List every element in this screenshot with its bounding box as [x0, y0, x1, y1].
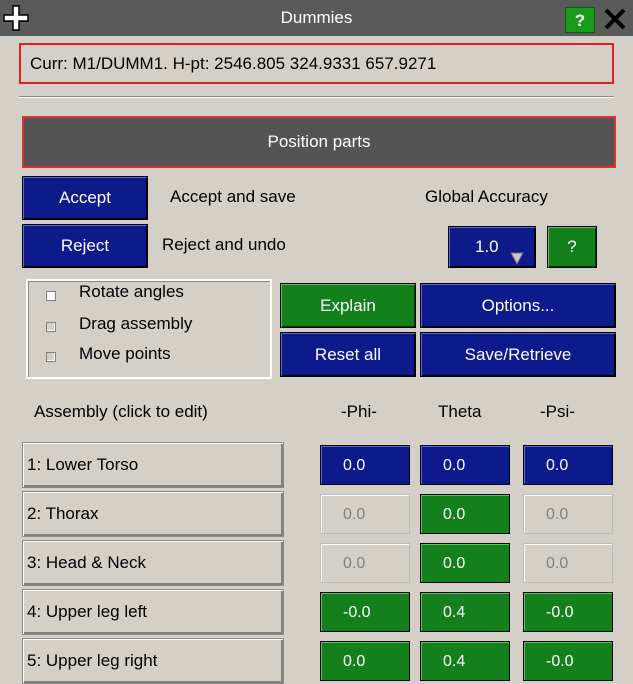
options-button[interactable]: Options... — [420, 283, 616, 328]
radio-rotate-angles[interactable] — [46, 291, 56, 301]
theta-value-cell[interactable]: 0.0 — [420, 494, 510, 534]
theta-value-cell[interactable]: 0.4 — [420, 641, 510, 681]
dropdown-arrow-icon[interactable] — [510, 250, 524, 266]
radio-label-drag-assembly[interactable]: Drag assembly — [79, 314, 192, 334]
move-icon[interactable] — [2, 4, 30, 32]
theta-column-header: Theta — [438, 402, 482, 421]
phi-value-cell[interactable]: 0.0 — [320, 641, 410, 681]
psi-value-cell[interactable]: 0.0 — [523, 494, 613, 534]
accuracy-value: 1.0 — [475, 237, 499, 256]
reset-all-button[interactable]: Reset all — [280, 332, 416, 377]
accept-description: Accept and save — [170, 187, 296, 206]
psi-value-cell[interactable]: 0.0 — [523, 445, 613, 485]
psi-value-cell[interactable]: -0.0 — [523, 641, 613, 681]
assembly-column-header: Assembly (click to edit) — [34, 402, 208, 421]
assembly-row-button[interactable]: 2: Thorax — [22, 491, 284, 537]
phi-value-cell[interactable]: 0.0 — [320, 543, 410, 583]
psi-value-cell[interactable]: -0.0 — [523, 592, 613, 632]
assembly-row-button[interactable]: 4: Upper leg left — [22, 589, 284, 635]
radio-label-rotate-angles[interactable]: Rotate angles — [79, 282, 184, 302]
phi-column-header: -Phi- — [341, 402, 377, 421]
radio-label-move-points[interactable]: Move points — [79, 344, 171, 364]
assembly-row-button[interactable]: 3: Head & Neck — [22, 540, 284, 586]
window-title: Dummies — [280, 8, 353, 27]
theta-value-cell[interactable]: 0.0 — [420, 445, 510, 485]
radio-move-points[interactable] — [46, 352, 56, 362]
radio-drag-assembly[interactable] — [46, 322, 56, 332]
reject-button[interactable]: Reject — [22, 224, 148, 268]
global-accuracy-label: Global Accuracy — [425, 187, 548, 206]
current-status: Curr: M1/DUMM1. H-pt: 2546.805 324.9331 … — [19, 43, 614, 84]
divider — [19, 96, 614, 98]
psi-value-cell[interactable]: 0.0 — [523, 543, 613, 583]
close-icon[interactable] — [600, 4, 630, 34]
psi-column-header: -Psi- — [540, 402, 575, 421]
accuracy-help-button[interactable]: ? — [547, 226, 597, 268]
reject-description: Reject and undo — [162, 235, 286, 254]
accept-button[interactable]: Accept — [22, 176, 148, 220]
theta-value-cell[interactable]: 0.4 — [420, 592, 510, 632]
phi-value-cell[interactable]: -0.0 — [320, 592, 410, 632]
position-parts-header: Position parts — [22, 116, 616, 168]
assembly-row-button[interactable]: 1: Lower Torso — [22, 442, 284, 488]
assembly-row-button[interactable]: 5: Upper leg right — [22, 638, 284, 684]
explain-button[interactable]: Explain — [280, 283, 416, 328]
phi-value-cell[interactable]: 0.0 — [320, 445, 410, 485]
save-retrieve-button[interactable]: Save/Retrieve — [420, 332, 616, 377]
theta-value-cell[interactable]: 0.0 — [420, 543, 510, 583]
help-button[interactable]: ? — [565, 7, 595, 33]
phi-value-cell[interactable]: 0.0 — [320, 494, 410, 534]
